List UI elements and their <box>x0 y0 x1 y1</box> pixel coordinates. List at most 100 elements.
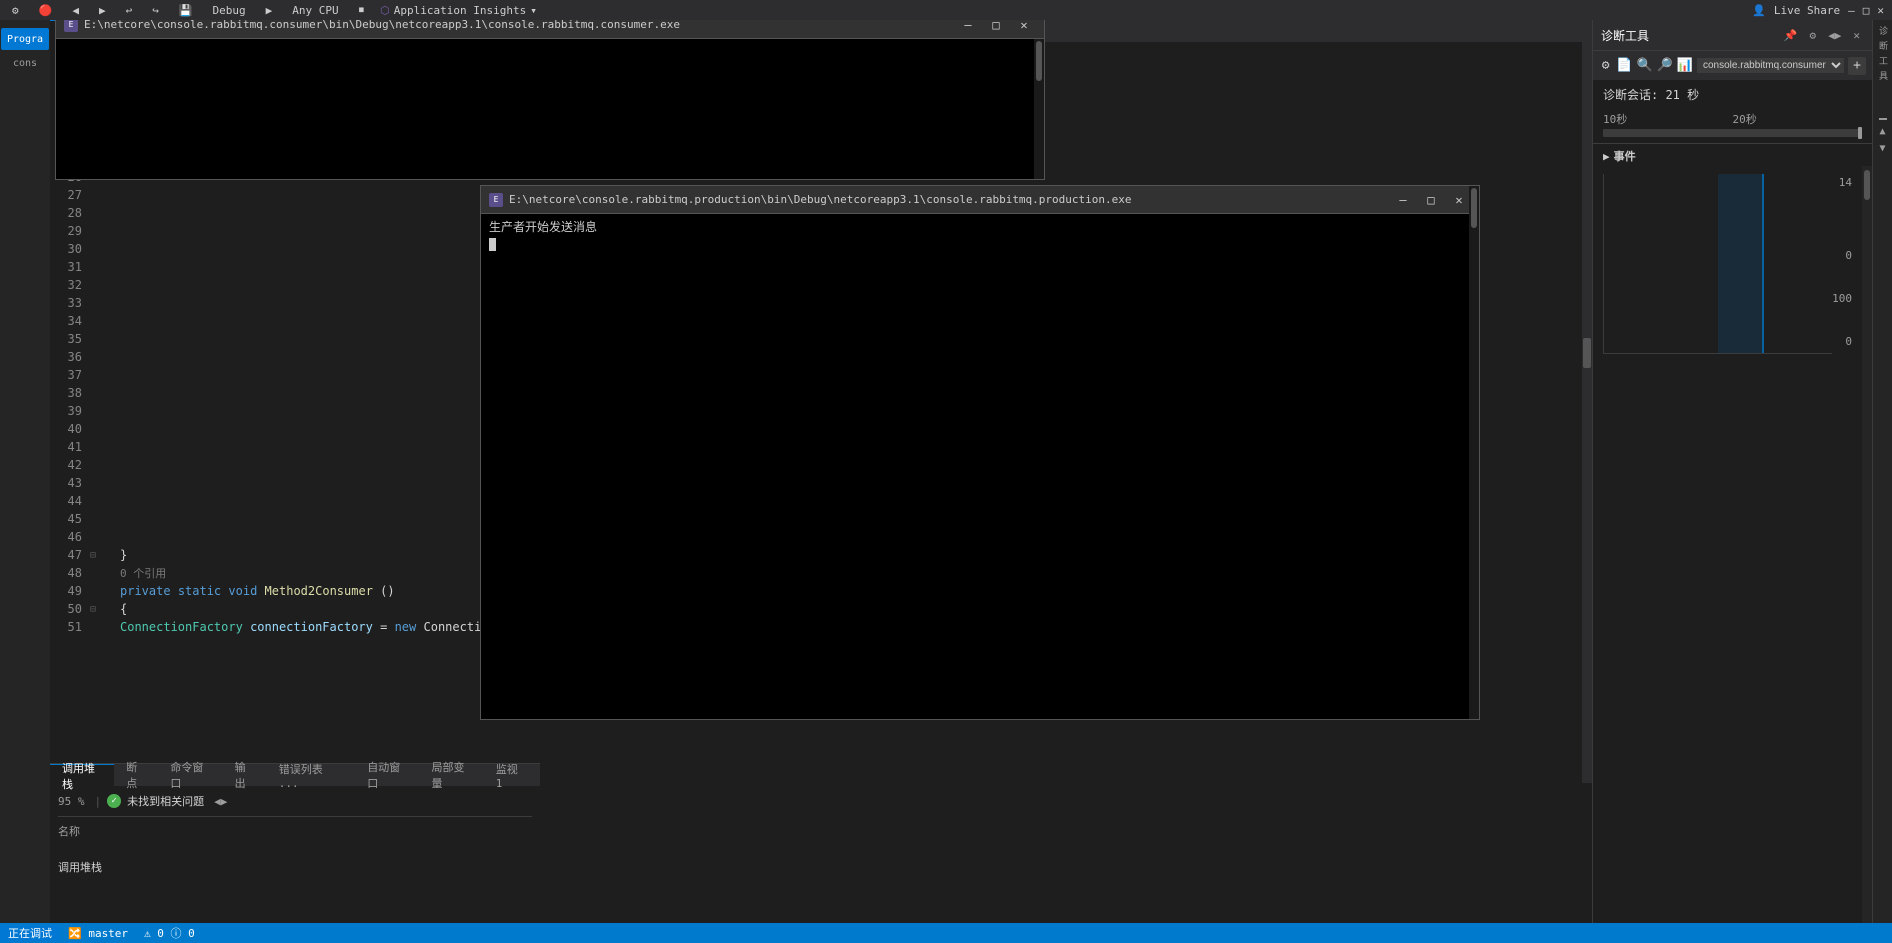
app-insights-icon: ⬡ <box>380 4 390 17</box>
window-controls-2: — □ ✕ <box>1391 191 1471 209</box>
minimize-btn[interactable]: — <box>1848 4 1855 17</box>
status-row: 95 % | ✓ 未找到相关问题 ◀▶ <box>58 790 532 812</box>
diag-num-14: 14 <box>1832 176 1852 189</box>
diag-toolbar: ⚙ 📄 🔍 🔎 📊 console.rabbitmq.consumer + <box>1593 50 1872 80</box>
timeline-mark-20: 20秒 <box>1733 111 1757 127</box>
debug-label[interactable]: Debug <box>209 3 250 18</box>
console-window-1[interactable]: E E:\netcore\console.rabbitmq.consumer\b… <box>55 10 1045 180</box>
app-insights-dropdown[interactable]: ▾ <box>530 4 537 17</box>
diag-title: 诊断工具 <box>1601 27 1649 44</box>
console1-scrollbar-thumb <box>1036 41 1042 81</box>
sidebar-program[interactable]: Progra <box>1 28 49 50</box>
diag-chart-icon[interactable]: 📊 <box>1677 56 1693 76</box>
tab-output[interactable]: 输出 <box>223 764 267 786</box>
stop-btn[interactable]: ⏹ <box>355 2 369 18</box>
diag-process-select[interactable]: console.rabbitmq.consumer <box>1697 58 1844 73</box>
console2-scrollbar[interactable] <box>1469 186 1479 719</box>
console1-scrollbar[interactable] <box>1034 39 1044 179</box>
config-label[interactable]: Any CPU <box>288 3 342 18</box>
bottom-content: 95 % | ✓ 未找到相关问题 ◀▶ 名称 调用堆栈 <box>50 786 540 923</box>
live-share-label[interactable]: Live Share <box>1774 4 1840 17</box>
diag-collapse-btn[interactable]: ◀▶ <box>1824 27 1845 44</box>
edge-label-4[interactable]: 具 <box>1875 69 1890 82</box>
edge-collapse-down[interactable]: ▼ <box>1876 141 1889 156</box>
diag-zoom-in-icon[interactable]: 🔍 <box>1636 56 1652 76</box>
edge-separator <box>1879 118 1887 120</box>
zoom-label: 95 % <box>58 795 85 808</box>
tab-breakpoints[interactable]: 断点 <box>114 764 158 786</box>
diag-settings-icon[interactable]: ⚙ <box>1599 56 1612 76</box>
diag-scrollbar[interactable] <box>1862 166 1872 943</box>
chart-selection <box>1718 174 1764 353</box>
edge-collapse-up[interactable]: ▲ <box>1876 124 1889 139</box>
status-errors: ⚠ 0 ⓘ 0 <box>136 925 203 941</box>
status-branch: 🔀 master <box>60 927 136 940</box>
diag-numbers: 14 0 100 0 <box>1832 176 1852 348</box>
tab-errors[interactable]: 错误列表 ... <box>267 764 356 786</box>
diag-num-100: 100 <box>1832 292 1852 305</box>
diag-num-0a: 0 <box>1832 249 1852 262</box>
nav-icon[interactable]: ◀▶ <box>214 795 227 808</box>
stack-header-row: 名称 <box>58 817 532 839</box>
sidebar-cons-label: cons <box>13 58 37 69</box>
file-menu[interactable]: 🔴 <box>35 3 57 18</box>
timeline-area: 10秒 20秒 <box>1593 109 1872 143</box>
console-line-1: 生产者开始发送消息 <box>489 218 1471 235</box>
close-btn-2[interactable]: ✕ <box>1447 191 1471 209</box>
tab-locals[interactable]: 局部变量 <box>420 764 484 786</box>
events-label: 事件 <box>1614 148 1636 164</box>
tab-auto[interactable]: 自动窗口 <box>355 764 419 786</box>
console-icon-label-2: E <box>494 195 499 204</box>
console-icon-label-1: E <box>69 20 74 29</box>
tab-command[interactable]: 命令窗口 <box>158 764 222 786</box>
edge-label-3[interactable]: 工 <box>1875 54 1890 67</box>
vs-icon[interactable]: ⚙ <box>8 3 23 18</box>
console-window-2[interactable]: E E:\netcore\console.rabbitmq.production… <box>480 185 1480 720</box>
tab-watch[interactable]: 监视 1 <box>484 764 540 786</box>
run-btn[interactable]: ▶ <box>262 3 277 18</box>
console-line-2 <box>489 237 1471 251</box>
cursor <box>489 238 496 251</box>
timeline-thumb[interactable] <box>1858 127 1862 139</box>
app-insights-menu[interactable]: ⬡ Application Insights ▾ <box>380 4 537 17</box>
edge-label-2[interactable]: 断 <box>1875 39 1890 52</box>
back-btn[interactable]: ◀ <box>68 3 83 18</box>
status-text: 未找到相关问题 <box>127 793 204 809</box>
sidebar-cons[interactable]: cons <box>11 56 39 71</box>
console2-scrollbar-thumb <box>1471 188 1477 228</box>
toolbar-left: ⚙ 🔴 ◀ ▶ ↩ ↪ 💾 Debug ▶ Any CPU ⏹ ⬡ Applic… <box>8 2 537 18</box>
maximize-btn[interactable]: □ <box>1863 4 1870 17</box>
forward-btn[interactable]: ▶ <box>95 3 110 18</box>
tab-call-stack[interactable]: 调用堆栈 <box>50 764 114 786</box>
left-sidebar: Progra cons <box>0 20 50 943</box>
diag-zoom-out-icon[interactable]: 🔎 <box>1657 56 1673 76</box>
minimize-btn-2[interactable]: — <box>1391 191 1415 209</box>
edge-label-1[interactable]: 诊 <box>1875 24 1890 37</box>
diag-settings-btn[interactable]: ⚙ <box>1806 27 1821 44</box>
console-body-1 <box>56 39 1044 179</box>
diag-pin-btn[interactable]: 📌 <box>1780 27 1802 44</box>
toolbar-right: 👤 Live Share — □ ✕ <box>1752 4 1884 17</box>
events-section-label: ▶ 事件 <box>1593 143 1872 166</box>
call-stack-text: 调用堆栈 <box>58 861 102 874</box>
timeline-bar[interactable] <box>1603 129 1862 137</box>
bottom-panel-tabs: 调用堆栈 断点 命令窗口 输出 错误列表 ... 自动窗口 局部 <box>50 764 540 786</box>
save-btn[interactable]: 💾 <box>175 3 197 18</box>
redo-btn[interactable]: ↪ <box>148 3 163 18</box>
live-share-icon: 👤 <box>1752 4 1766 17</box>
status-ok-icon: ✓ <box>107 794 121 808</box>
close-btn[interactable]: ✕ <box>1877 4 1884 17</box>
timeline-labels: 10秒 20秒 <box>1603 111 1862 127</box>
code-editor-scrollbar[interactable] <box>1582 42 1592 783</box>
diag-close-btn[interactable]: ✕ <box>1849 27 1864 44</box>
diag-add-btn[interactable]: + <box>1848 57 1866 75</box>
diag-report-icon[interactable]: 📄 <box>1616 56 1632 76</box>
diag-num-0b: 0 <box>1832 335 1852 348</box>
undo-btn[interactable]: ↩ <box>122 3 137 18</box>
restore-btn-2[interactable]: □ <box>1419 191 1443 209</box>
chevron-right-icon: ▶ <box>1603 150 1610 163</box>
diag-session-row: 诊断会话: 21 秒 <box>1593 80 1872 109</box>
diag-scrollbar-thumb <box>1864 170 1870 200</box>
diag-content: 14 0 100 0 <box>1593 166 1872 943</box>
diag-session-label: 诊断会话: 21 秒 <box>1603 86 1699 103</box>
